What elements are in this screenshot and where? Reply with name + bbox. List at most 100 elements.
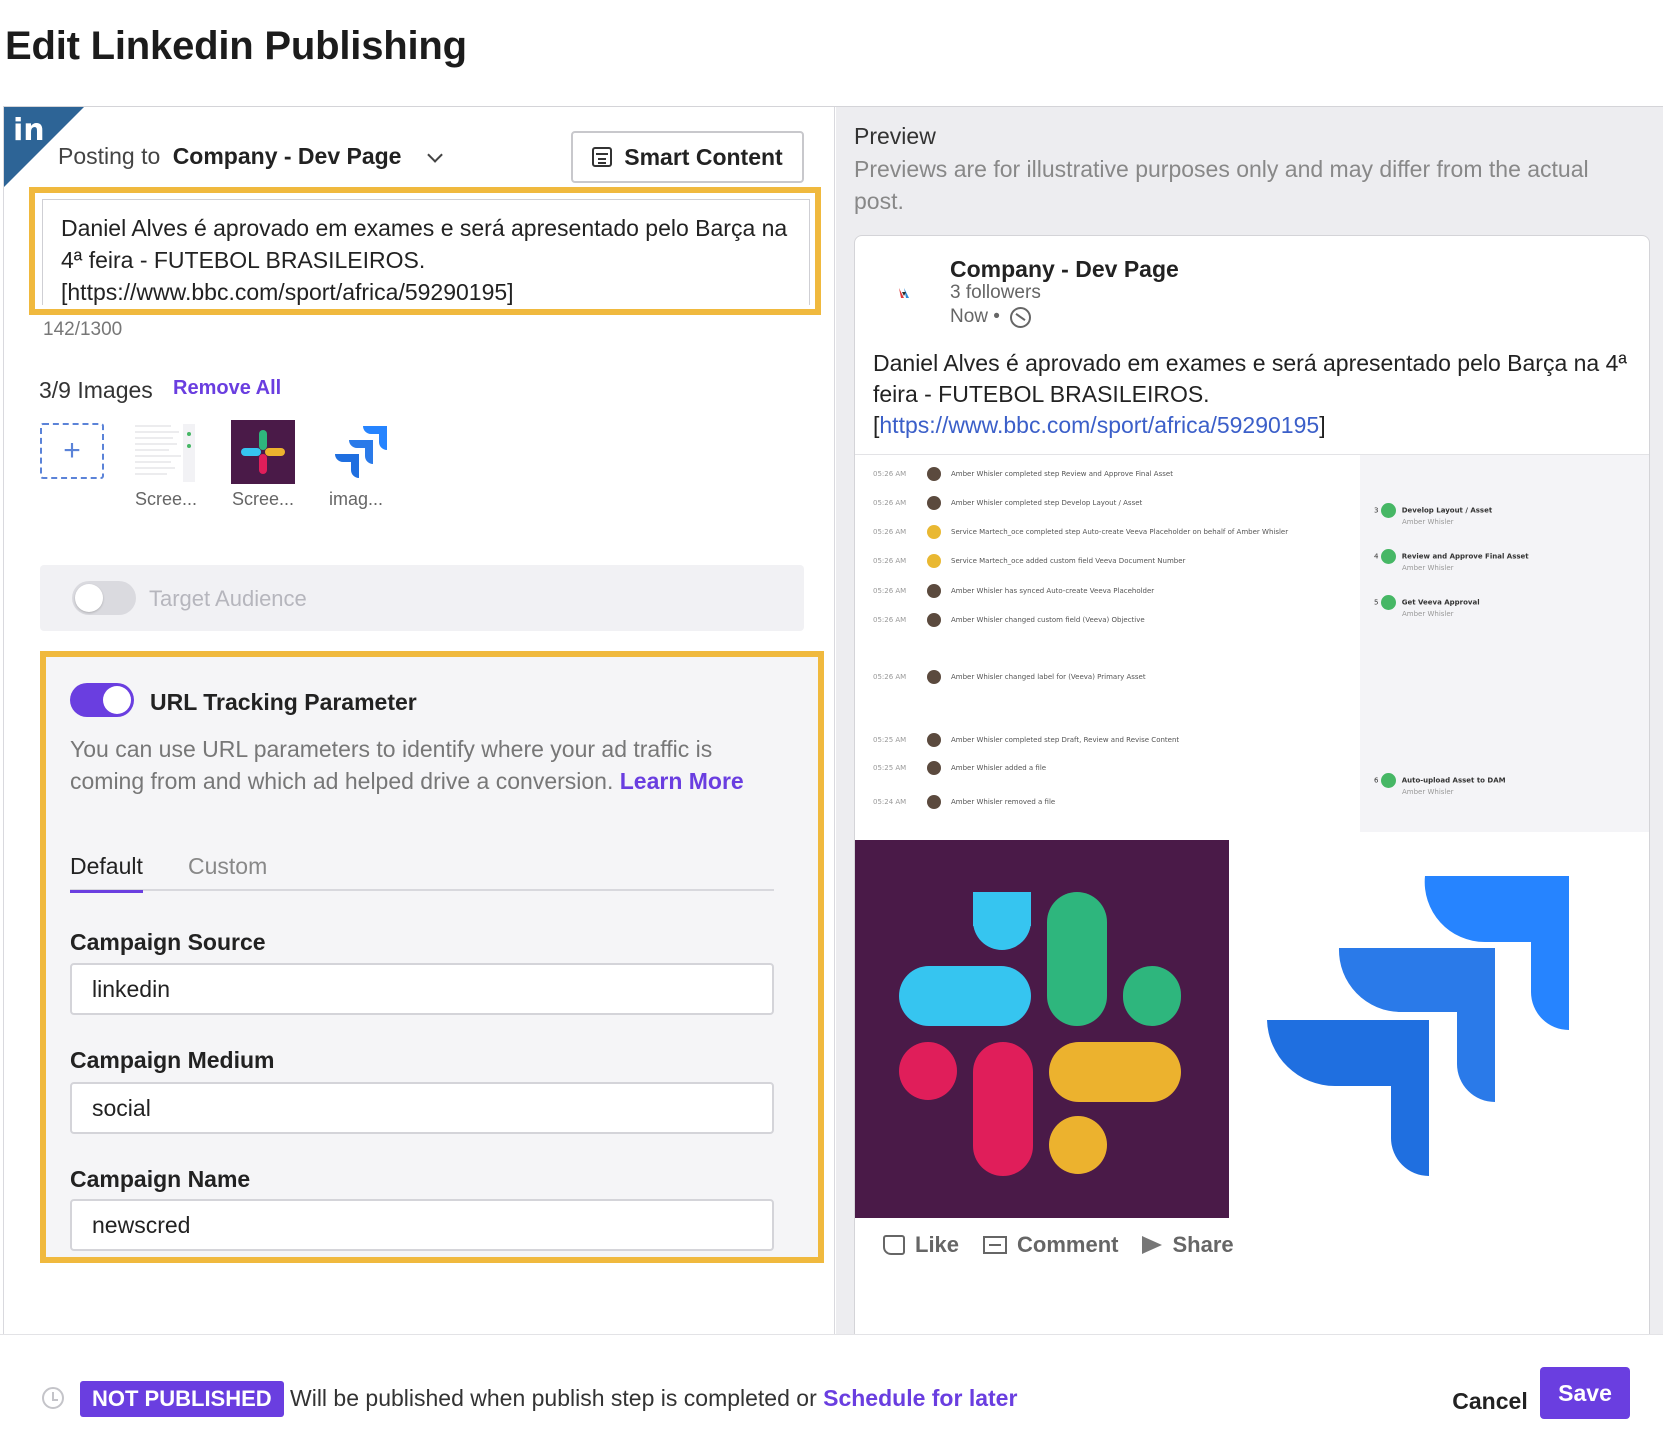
campaign-medium-label: Campaign Medium xyxy=(70,1047,275,1073)
page-title: Edit Linkedin Publishing xyxy=(5,24,467,68)
activity-message: Amber Whisler completed step Develop Lay… xyxy=(951,499,1143,507)
workflow-steps: 3 Develop Layout / Asset Amber Whisler 4 R… xyxy=(1360,455,1649,832)
target-audience-label: Target Audience xyxy=(149,586,307,611)
globe-icon xyxy=(1010,307,1031,328)
check-icon xyxy=(1380,773,1396,788)
image-thumb-slack[interactable] xyxy=(231,420,297,484)
compose-pane: in Posting to Company - Dev Page Smart C… xyxy=(3,107,835,1335)
target-audience-toggle[interactable] xyxy=(72,581,136,615)
preview-note: Previews are for illustrative purposes o… xyxy=(854,156,1589,214)
activity-time: 05:26 AM xyxy=(873,528,907,536)
campaign-medium-input[interactable]: social xyxy=(70,1082,774,1134)
step-assignee: Amber Whisler xyxy=(1402,518,1454,526)
tracking-tabs: Default Custom xyxy=(70,847,774,893)
comment-label: Comment xyxy=(1017,1232,1119,1257)
learn-more-link[interactable]: Learn More xyxy=(620,768,744,794)
activity-message: Amber Whisler completed step Draft, Revi… xyxy=(951,736,1180,744)
step-name: Get Veeva Approval xyxy=(1401,598,1480,607)
like-label: Like xyxy=(915,1232,960,1257)
check-icon xyxy=(1380,503,1396,518)
activity-time: 05:25 AM xyxy=(873,736,907,744)
publish-status: Will be published when publish step is c… xyxy=(290,1385,1017,1412)
images-count: 3/9 Images xyxy=(39,377,153,403)
url-tracking-toggle[interactable] xyxy=(70,683,134,717)
post-textarea[interactable]: Daniel Alves é aprovado em exames e será… xyxy=(42,199,810,305)
publish-status-text: Will be published when publish step is c… xyxy=(290,1385,817,1411)
clock-icon xyxy=(42,1387,64,1409)
save-button[interactable]: Save xyxy=(1540,1367,1630,1419)
description-text: You can use URL parameters to identify w… xyxy=(70,736,713,794)
toggle-knob xyxy=(75,584,103,612)
step-assignee: Amber Whisler xyxy=(1402,788,1454,796)
step-number: 4 xyxy=(1374,552,1379,561)
activity-message: Amber Whisler completed step Review and … xyxy=(951,470,1173,478)
preview-slack-image xyxy=(855,840,1229,1218)
step-number: 6 xyxy=(1374,776,1379,785)
share-button[interactable]: Share xyxy=(1142,1232,1234,1258)
thumbs-up-icon xyxy=(883,1235,905,1255)
preview-title: Preview xyxy=(854,123,936,149)
comment-button[interactable]: Comment xyxy=(983,1232,1118,1258)
preview-post-body: Daniel Alves é aprovado em exames e será… xyxy=(873,350,1627,407)
add-image-button[interactable]: + xyxy=(40,423,104,479)
tab-default[interactable]: Default xyxy=(70,853,143,893)
preview-link[interactable]: https://www.bbc.com/sport/africa/5929019… xyxy=(879,412,1319,438)
tab-custom[interactable]: Custom xyxy=(188,853,267,880)
editor-frame: in Posting to Company - Dev Page Smart C… xyxy=(3,106,1663,1335)
jira-logo-icon xyxy=(1267,876,1569,1176)
activity-log: 05:26 AM Amber Whisler completed step Rev… xyxy=(855,455,1360,832)
image-thumb-screenshot[interactable] xyxy=(131,420,197,484)
posting-page: Company - Dev Page xyxy=(172,143,402,169)
step-assignee: Amber Whisler xyxy=(1402,610,1454,618)
campaign-name-input[interactable]: newscred xyxy=(70,1199,774,1251)
thumb-label: Scree... xyxy=(135,489,198,509)
posting-to-selector[interactable]: Posting to Company - Dev Page xyxy=(58,143,443,170)
image-thumb-jira[interactable] xyxy=(327,420,393,484)
step-name: Develop Layout / Asset xyxy=(1401,506,1493,515)
smart-content-button[interactable]: Smart Content xyxy=(571,131,804,183)
thumb-label: Scree... xyxy=(232,489,295,509)
status-badge: NOT PUBLISHED xyxy=(80,1381,284,1417)
calendar-icon xyxy=(592,147,613,167)
post-actions: Like Comment Share xyxy=(883,1232,1234,1258)
activity-message: Amber Whisler changed label for (Veeva) … xyxy=(951,673,1146,681)
avatar xyxy=(927,733,941,747)
post-time: Now • xyxy=(950,306,1000,327)
avatar xyxy=(927,761,941,775)
avatar xyxy=(927,584,941,598)
step-name: Review and Approve Final Asset xyxy=(1401,552,1529,561)
step-number: 5 xyxy=(1374,598,1379,607)
avatar xyxy=(927,554,941,568)
activity-message: Amber Whisler added a file xyxy=(951,764,1047,772)
activity-time: 05:26 AM xyxy=(873,673,907,681)
activity-time: 05:26 AM xyxy=(873,587,907,595)
remove-all-link[interactable]: Remove All xyxy=(173,377,281,400)
cancel-button[interactable]: Cancel xyxy=(1430,1375,1550,1427)
preview-jira-image xyxy=(1229,840,1649,1218)
workflow-step: 6 Auto-upload Asset to DAM Amber Whisler xyxy=(1374,773,1506,796)
toggle-knob xyxy=(103,686,131,714)
step-name: Auto-upload Asset to DAM xyxy=(1401,776,1506,785)
preview-pane: Preview Previews are for illustrative pu… xyxy=(836,107,1663,1335)
activity-message: Amber Whisler changed custom field (Veev… xyxy=(951,616,1145,624)
workflow-step: 5 Get Veeva Approval Amber Whisler xyxy=(1374,595,1480,618)
footer-bar: NOT PUBLISHED Will be published when pub… xyxy=(0,1334,1663,1440)
slack-logo-icon xyxy=(231,420,295,484)
campaign-source-label: Campaign Source xyxy=(70,929,266,955)
campaign-source-input[interactable]: linkedin xyxy=(70,963,774,1015)
avatar xyxy=(927,670,941,684)
workflow-step: 3 Develop Layout / Asset Amber Whisler xyxy=(1374,503,1492,526)
like-button[interactable]: Like xyxy=(883,1232,959,1258)
comment-icon xyxy=(983,1236,1008,1254)
company-logo xyxy=(899,288,909,298)
preview-post-text: Daniel Alves é aprovado em exames e será… xyxy=(873,348,1633,441)
schedule-for-later-link[interactable]: Schedule for later xyxy=(823,1385,1017,1411)
url-tracking-title: URL Tracking Parameter xyxy=(150,689,417,715)
posting-label: Posting to xyxy=(58,143,161,169)
avatar xyxy=(927,525,941,539)
slack-logo-icon xyxy=(855,840,1229,1218)
activity-message: Service Martech_oce completed step Auto-… xyxy=(951,528,1289,536)
thumb-label: imag... xyxy=(329,489,384,509)
target-audience-panel: Target Audience xyxy=(40,565,804,631)
step-number: 3 xyxy=(1374,506,1379,515)
